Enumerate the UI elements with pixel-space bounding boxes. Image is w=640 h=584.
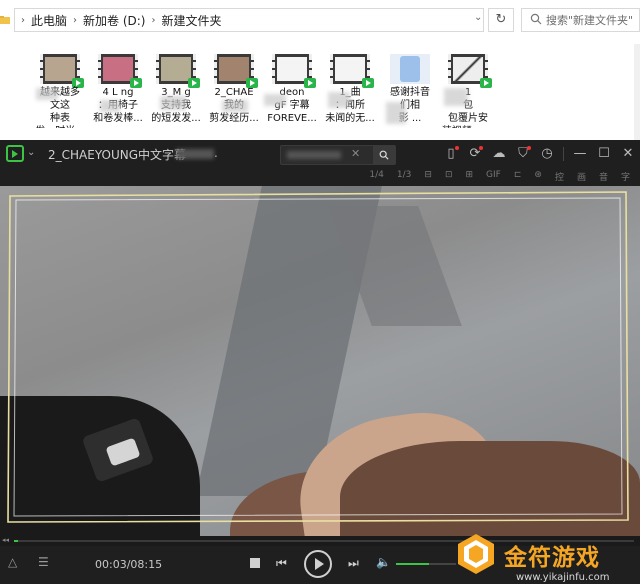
watermark-logo-icon [458, 534, 494, 574]
frame-icon[interactable]: ⊟ [424, 170, 432, 183]
file-item[interactable]: deon gF 字幕 FOREVE... [262, 44, 322, 140]
chevron-right-icon: › [21, 14, 25, 26]
breadcrumb-this-pc[interactable]: 此电脑 [31, 12, 67, 29]
screenshot-icon[interactable]: ⊡ [445, 170, 453, 183]
playback-time: 00:03/08:15 [95, 558, 163, 571]
volume-icon[interactable]: 🔈 [376, 555, 391, 569]
chevron-right-icon: › [151, 14, 156, 26]
player-sub-toolbar: 1/4 1/3 ⊟ ⊡ ⊞ GIF ⊏ ⊛ 控 画 音 字 [0, 168, 640, 186]
volume-slider[interactable] [396, 563, 456, 565]
chevron-down-icon[interactable]: ⌄ [27, 147, 35, 158]
address-bar[interactable]: › 此电脑 › 新加卷 (D:) › 新建文件夹 [14, 8, 484, 32]
video-title: 2_CHAEYOUNG中文字幕 [48, 148, 187, 162]
fullscreen-list-icon[interactable]: ☰ [38, 555, 49, 569]
clock-icon[interactable]: ◷ [535, 140, 559, 168]
video-thumbnail [272, 54, 316, 88]
video-thumbnail [98, 54, 142, 88]
file-name: deon gF 字幕 FOREVE... [267, 87, 317, 124]
video-player-window: ⌄ 2_CHAEYOUNG中文字幕 . ✕ ▯ ⟳ ☁ ⛉ ◷ — ☐ ✕ 1/… [0, 140, 640, 584]
file-item[interactable]: 3_M g 支持我 的短发发... [146, 44, 206, 140]
video-thumbnail [448, 54, 492, 88]
speed-1-4-button[interactable]: 1/4 [369, 170, 383, 183]
window-icon[interactable]: ⊏ [514, 170, 522, 183]
previous-button[interactable]: ⏮ [276, 556, 287, 571]
control-button[interactable]: 控 [555, 170, 564, 183]
folder-icon [0, 14, 10, 24]
search-input[interactable] [542, 12, 640, 28]
maximize-icon[interactable]: ☐ [592, 140, 616, 168]
progress-fill [14, 540, 18, 542]
subtitle-button[interactable]: 字 [621, 170, 630, 183]
file-item[interactable]: 2_CHAE 我的 剪发经历... [204, 44, 264, 140]
file-explorer-window: › 此电脑 › 新加卷 (D:) › 新建文件夹 ⌄ ↻ 越来越多 文这 种表 … [0, 0, 640, 140]
settings-icon[interactable]: ⊛ [534, 170, 542, 183]
player-title-bar: ⌄ 2_CHAEYOUNG中文字幕 . ✕ ▯ ⟳ ☁ ⛉ ◷ — ☐ ✕ [0, 140, 640, 168]
chevron-down-icon[interactable]: ⌄ [474, 12, 482, 23]
scrollbar[interactable] [634, 44, 640, 140]
cloud-icon[interactable]: ☁ [487, 140, 511, 168]
player-logo-icon[interactable] [6, 145, 24, 162]
video-frame[interactable] [0, 186, 640, 536]
address-bar-row: › 此电脑 › 新加卷 (D:) › 新建文件夹 ⌄ ↻ [0, 6, 640, 34]
site-watermark: 金符游戏 www.yikajinfu.com [448, 524, 640, 584]
search-icon [530, 13, 542, 27]
stop-button[interactable] [250, 558, 260, 568]
close-icon[interactable]: ✕ [616, 140, 640, 168]
speed-1-3-button[interactable]: 1/3 [397, 170, 411, 183]
breadcrumb-new-folder[interactable]: 新建文件夹 [161, 12, 221, 29]
refresh-icon: ↻ [495, 12, 507, 27]
file-item[interactable]: 4 L ng ：用椅子 和卷发棒... [88, 44, 148, 140]
playlist-icon[interactable]: △ [8, 555, 17, 569]
video-thumbnail [40, 54, 84, 88]
title-mosaic [176, 149, 214, 159]
gif-button[interactable]: GIF [486, 170, 501, 183]
chevron-right-icon: › [73, 14, 78, 26]
audio-button[interactable]: 音 [599, 170, 608, 183]
title-bar-icons: ▯ ⟳ ☁ ⛉ ◷ — ☐ ✕ [439, 140, 640, 168]
search-icon[interactable] [373, 146, 395, 164]
next-button[interactable]: ⏭ [348, 556, 359, 571]
play-button[interactable] [304, 550, 332, 578]
breadcrumb-drive-d[interactable]: 新加卷 (D:) [83, 12, 145, 29]
phone-icon[interactable]: ▯ [439, 140, 463, 168]
file-item[interactable]: 感谢抖音 们相 影 ... [380, 44, 440, 140]
video-thumbnail [330, 54, 374, 88]
video-thumbnail [156, 54, 200, 88]
shirt-icon[interactable]: ⛉ [511, 140, 535, 168]
search-box[interactable] [521, 8, 640, 32]
refresh-button[interactable]: ↻ [488, 8, 514, 32]
minimize-icon[interactable]: — [568, 140, 592, 168]
picture-button[interactable]: 画 [577, 170, 586, 183]
crop-icon[interactable]: ⊞ [465, 170, 473, 183]
watermark-name: 金符游戏 [504, 545, 600, 571]
player-search-box[interactable]: ✕ [280, 145, 396, 165]
refresh-icon[interactable]: ⟳ [463, 140, 487, 168]
close-icon[interactable]: ✕ [351, 147, 360, 160]
video-thumbnail [390, 54, 430, 84]
file-grid: 越来越多 文这 种表 发，时尚... 4 L ng ：用椅子 和卷发棒... 3… [0, 44, 640, 140]
watermark-url: www.yikajinfu.com [516, 572, 610, 583]
video-thumbnail [214, 54, 258, 88]
